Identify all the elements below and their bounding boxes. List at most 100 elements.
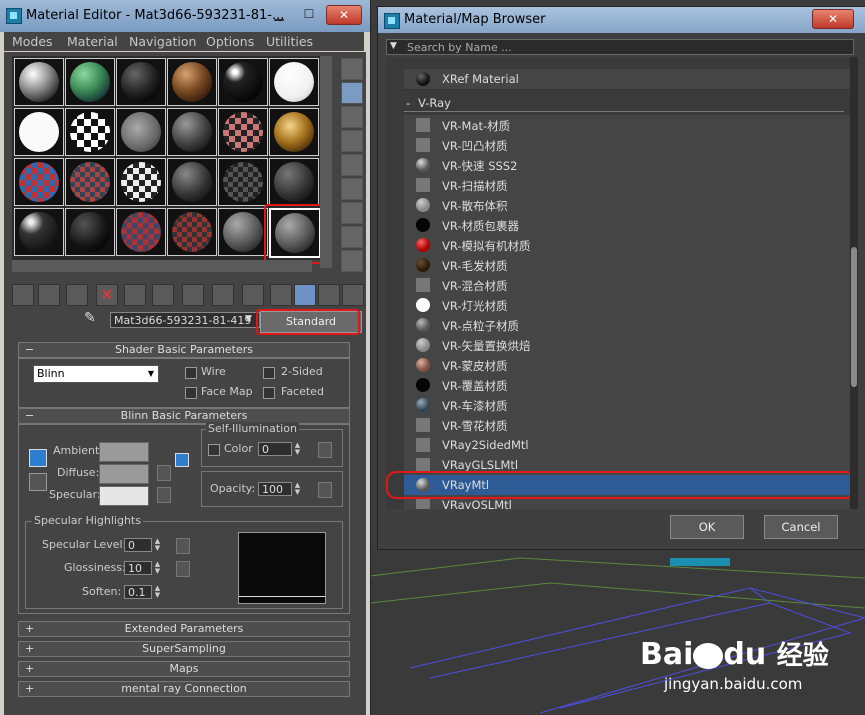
options-toolbar-icon[interactable] [342, 284, 364, 306]
sample-type-icon[interactable] [341, 58, 363, 80]
select-by-material-icon[interactable] [341, 226, 363, 248]
put-to-library-icon[interactable] [182, 284, 204, 306]
list-item[interactable]: VR-Mat-材质 [404, 115, 850, 136]
sample-slot[interactable] [116, 208, 166, 256]
two-sided-checkbox[interactable] [263, 367, 275, 379]
sample-slot[interactable] [167, 208, 217, 256]
sample-slot[interactable] [269, 58, 319, 106]
material-navigator-icon[interactable] [341, 250, 363, 272]
maps-rollout[interactable]: + Maps [18, 661, 350, 677]
sample-slot[interactable] [218, 58, 268, 106]
list-item[interactable]: VR-车漆材质 [404, 395, 850, 416]
sample-slot[interactable] [65, 108, 115, 156]
list-item[interactable]: VR-矢量置换烘焙 [404, 335, 850, 356]
go-to-parent-icon[interactable] [294, 284, 316, 306]
self-illum-spinner[interactable]: 0 [258, 442, 292, 456]
sample-slot[interactable] [269, 158, 319, 206]
go-forward-sibling-icon[interactable] [318, 284, 340, 306]
lock-map-icon[interactable] [175, 453, 189, 467]
sample-slot[interactable] [65, 58, 115, 106]
sample-slot[interactable] [14, 158, 64, 206]
sample-slot[interactable] [116, 108, 166, 156]
slots-horizontal-scrollbar[interactable] [12, 260, 312, 272]
spec-level-spinner[interactable]: 0 [124, 538, 152, 552]
minimize-button[interactable]: ▁ [266, 5, 292, 23]
search-input[interactable]: Search by Name ... [386, 39, 854, 55]
maximize-button[interactable]: ☐ [296, 5, 322, 23]
menu-material[interactable]: Material [67, 34, 118, 49]
soften-spinner[interactable]: 0.1 [124, 585, 152, 599]
self-illum-map-button[interactable] [318, 442, 332, 458]
eyedropper-icon[interactable]: ✎ [84, 310, 102, 328]
list-item[interactable]: VR-散布体积 [404, 195, 850, 216]
put-to-scene-icon[interactable] [38, 284, 60, 306]
sample-slot[interactable] [218, 158, 268, 206]
spec-level-map-button[interactable] [176, 538, 190, 554]
list-item[interactable]: VR-蒙皮材质 [404, 355, 850, 376]
list-item[interactable]: VR-材质包裹器 [404, 215, 850, 236]
list-item[interactable]: VR-凹凸材质 [404, 135, 850, 156]
extended-parameters-rollout[interactable]: + Extended Parameters [18, 621, 350, 637]
list-item[interactable]: VR-扫描材质 [404, 175, 850, 196]
vray-group-header[interactable]: - V-Ray [404, 95, 844, 112]
blinn-rollout-header[interactable]: − Blinn Basic Parameters [18, 408, 350, 424]
menu-options[interactable]: Options [206, 34, 254, 49]
self-illum-color-checkbox[interactable] [208, 444, 220, 456]
slots-vertical-scrollbar[interactable] [320, 56, 332, 268]
spinner-arrows[interactable]: ▲ ▼ [153, 585, 162, 599]
spinner-arrows[interactable]: ▲ ▼ [293, 442, 302, 456]
diffuse-color-swatch[interactable] [99, 464, 149, 484]
material-name-field[interactable]: Mat3d66-593231-81-419 [110, 312, 260, 328]
sample-slot[interactable] [167, 58, 217, 106]
list-item[interactable]: VRay2SidedMtl [404, 435, 850, 456]
options-icon[interactable] [341, 202, 363, 224]
search-options-icon[interactable]: ▼ [390, 41, 397, 51]
list-item[interactable]: VR-模拟有机材质 [404, 235, 850, 256]
sample-slot[interactable] [14, 208, 64, 256]
ambient-color-swatch[interactable] [99, 442, 149, 462]
menu-utilities[interactable]: Utilities [266, 34, 313, 49]
assign-to-selection-icon[interactable] [66, 284, 88, 306]
sample-slot[interactable] [14, 58, 64, 106]
shader-rollout-header[interactable]: − Shader Basic Parameters [18, 342, 350, 358]
close-button[interactable]: ✕ [326, 5, 362, 25]
specular-color-swatch[interactable] [99, 486, 149, 506]
list-item[interactable]: VR-快速 SSS2 [404, 155, 850, 176]
specular-map-button[interactable] [157, 487, 171, 503]
show-map-in-viewport-icon[interactable] [242, 284, 264, 306]
lock-ambient-diffuse-icon[interactable] [29, 449, 47, 467]
list-item[interactable]: VR-混合材质 [404, 275, 850, 296]
supersampling-rollout[interactable]: + SuperSampling [18, 641, 350, 657]
wire-checkbox[interactable] [185, 367, 197, 379]
mental-ray-rollout[interactable]: + mental ray Connection [18, 681, 350, 697]
spinner-arrows[interactable]: ▲ ▼ [153, 538, 162, 552]
glossiness-map-button[interactable] [176, 561, 190, 577]
sample-slot[interactable] [65, 158, 115, 206]
lock-diffuse-specular-icon[interactable] [29, 473, 47, 491]
background-checker-icon[interactable] [341, 106, 363, 128]
shader-dropdown[interactable]: Blinn ▼ [33, 365, 159, 383]
list-item[interactable]: VR-点粒子材质 [404, 315, 850, 336]
sample-slot[interactable] [218, 208, 268, 256]
cancel-button[interactable]: Cancel [764, 515, 838, 539]
list-scrollbar-thumb[interactable] [851, 247, 857, 387]
list-item[interactable]: VR-毛发材质 [404, 255, 850, 276]
list-item[interactable]: XRef Material [404, 69, 850, 90]
make-unique-icon[interactable] [152, 284, 174, 306]
sample-slot[interactable] [116, 58, 166, 106]
sample-slot[interactable] [167, 108, 217, 156]
copy-material-icon[interactable] [124, 284, 146, 306]
backlight-icon[interactable] [341, 82, 363, 104]
sample-slot[interactable] [167, 158, 217, 206]
diffuse-map-button[interactable] [157, 465, 171, 481]
opacity-spinner[interactable]: 100 [258, 482, 292, 496]
faceted-checkbox[interactable] [263, 387, 275, 399]
spinner-arrows[interactable]: ▲ ▼ [153, 561, 162, 575]
list-item[interactable]: VR-覆盖材质 [404, 375, 850, 396]
sample-slot[interactable] [269, 108, 319, 156]
sample-slot[interactable] [14, 108, 64, 156]
spinner-arrows[interactable]: ▲ ▼ [293, 482, 302, 496]
sample-slot[interactable] [116, 158, 166, 206]
glossiness-spinner[interactable]: 10 [124, 561, 152, 575]
opacity-map-button[interactable] [318, 482, 332, 498]
